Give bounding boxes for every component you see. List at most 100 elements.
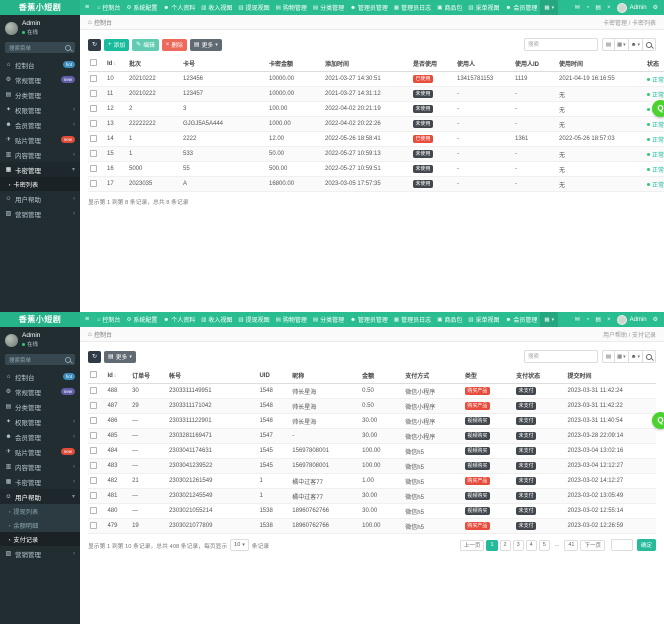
- sidebar-item-4[interactable]: ☻ 会员管理 ‹: [0, 429, 80, 444]
- submenu-item-1[interactable]: ▪ 余额明细: [0, 518, 80, 532]
- floating-service-button[interactable]: Q: [652, 100, 664, 117]
- sidebar-item-8[interactable]: ☺ 用户帮助 ‹: [0, 191, 80, 206]
- row-checkbox[interactable]: [90, 506, 97, 514]
- page-jump-go-button[interactable]: 确定: [636, 539, 656, 551]
- topbar-item-1[interactable]: ⚙ 系统配置: [123, 0, 160, 15]
- more-button[interactable]: ▤ 更多 ▾: [189, 38, 222, 51]
- row-checkbox[interactable]: [90, 401, 97, 409]
- topbar-item-2[interactable]: ☻ 个人资料: [160, 0, 198, 15]
- sidebar-item-1[interactable]: ⚙ 常规管理 new: [0, 72, 80, 87]
- sidebar-item-3[interactable]: ✦ 权限管理 ‹: [0, 102, 80, 117]
- columns-button[interactable]: ▦ ▾: [614, 38, 629, 51]
- topbar-item-8[interactable]: ▦ 管理员日志: [391, 0, 434, 15]
- search-button[interactable]: [643, 350, 656, 363]
- topbar-item-1[interactable]: ⚙ 系统配置: [123, 312, 160, 327]
- sidebar-item-5[interactable]: ✈ 贴片管理 new: [0, 132, 80, 147]
- columns-button[interactable]: ▦ ▾: [614, 350, 629, 363]
- row-checkbox[interactable]: [90, 386, 97, 394]
- page-jump-input[interactable]: [610, 539, 633, 551]
- row-checkbox[interactable]: [90, 461, 97, 469]
- close-tabs-icon[interactable]: ×: [607, 5, 611, 11]
- clipboard-button[interactable]: ▤: [601, 350, 615, 363]
- sidebar-item-3[interactable]: ✦ 权限管理 ‹: [0, 414, 80, 429]
- moon-icon[interactable]: ◔: [586, 317, 590, 323]
- sidebar-item-8[interactable]: ☺ 用户帮助 ▾: [0, 489, 80, 504]
- clipboard-button[interactable]: ▤: [601, 38, 615, 51]
- row-checkbox[interactable]: [90, 104, 97, 112]
- row-checkbox[interactable]: [90, 416, 97, 424]
- moon-icon[interactable]: ◔: [586, 5, 590, 11]
- sidebar-item-1[interactable]: ⚙ 常规管理 new: [0, 384, 80, 399]
- sidebar-item-2[interactable]: ▤ 分类管理: [0, 87, 80, 102]
- row-checkbox[interactable]: [90, 134, 97, 142]
- topbar-item-4[interactable]: ▥ 提现视图: [235, 0, 272, 15]
- sidebar-search-input[interactable]: 搜索菜单: [5, 42, 75, 53]
- topbar-item-11[interactable]: ☻ 会员管理: [503, 0, 541, 15]
- topbar-item-3[interactable]: ▥ 收入视图: [198, 312, 235, 327]
- submenu-item-0[interactable]: ▪ 卡密列表: [0, 177, 80, 191]
- sidebar-toggle-icon[interactable]: ≡: [80, 316, 94, 323]
- export-button[interactable]: ☻ ▾: [628, 350, 643, 363]
- select-all-checkbox[interactable]: [90, 59, 97, 66]
- more-button[interactable]: ▤ 更多 ▾: [104, 350, 136, 363]
- topbar-item-10[interactable]: ▥ 采单视图: [465, 0, 502, 15]
- sidebar-item-7[interactable]: ▦ 卡密管理 ‹: [0, 474, 80, 489]
- row-checkbox[interactable]: [90, 179, 97, 187]
- delete-button[interactable]: × 删除: [161, 38, 187, 51]
- topbar-item-7[interactable]: ☻ 管理员管理: [347, 0, 391, 15]
- topbar-item-10[interactable]: ▥ 采单视图: [465, 312, 502, 327]
- row-checkbox[interactable]: [90, 431, 97, 439]
- search-input[interactable]: [523, 38, 598, 51]
- sidebar-item-5[interactable]: ✈ 贴片管理 new: [0, 444, 80, 459]
- export-button[interactable]: ☻ ▾: [628, 38, 643, 51]
- sidebar-item-4[interactable]: ☻ 会员管理 ‹: [0, 117, 80, 132]
- topbar-item-6[interactable]: ▤ 分类管理: [310, 312, 347, 327]
- col-id[interactable]: Id↕: [105, 56, 127, 72]
- row-checkbox[interactable]: [90, 164, 97, 172]
- topbar-user-menu[interactable]: Admin: [616, 2, 647, 13]
- sidebar-item-6[interactable]: ▥ 内容管理 ‹: [0, 147, 80, 162]
- sidebar-toggle-icon[interactable]: ≡: [80, 4, 94, 11]
- sidebar-item-2[interactable]: ▤ 分类管理: [0, 399, 80, 414]
- search-input[interactable]: [523, 350, 598, 363]
- prev-page-button[interactable]: 上一页: [459, 539, 485, 551]
- tasks-icon[interactable]: ▤: [595, 4, 601, 11]
- edit-button[interactable]: ✎ 编辑: [132, 38, 159, 51]
- topbar-item-5[interactable]: ▤ 购物管理: [273, 312, 310, 327]
- page-button-41[interactable]: 41: [564, 539, 579, 551]
- row-checkbox[interactable]: [90, 89, 97, 97]
- page-button-2[interactable]: 2: [499, 539, 511, 551]
- floating-service-button[interactable]: Q: [652, 412, 664, 429]
- page-button-4[interactable]: 4: [525, 539, 537, 551]
- topbar-item-6[interactable]: ▤ 分类管理: [310, 0, 347, 15]
- topbar-user-menu[interactable]: Admin: [616, 314, 647, 325]
- message-icon[interactable]: ✉: [575, 4, 580, 11]
- per-page-select[interactable]: 10 ▾: [230, 539, 249, 551]
- topbar-item-9[interactable]: ▣ 商品包: [434, 0, 465, 15]
- sidebar-item-0[interactable]: ⌂ 控制台 hot: [0, 369, 80, 384]
- close-tabs-icon[interactable]: ×: [607, 317, 611, 323]
- add-button[interactable]: + 添加: [104, 38, 130, 51]
- row-checkbox[interactable]: [90, 149, 97, 157]
- row-checkbox[interactable]: [90, 74, 97, 82]
- topbar-item-5[interactable]: ▤ 购物管理: [273, 0, 310, 15]
- row-checkbox[interactable]: [90, 521, 97, 529]
- topbar-item-0[interactable]: ⌂ 控制台: [94, 312, 123, 327]
- tabs-dropdown-button[interactable]: ▦ ▾: [540, 312, 559, 327]
- submenu-item-0[interactable]: ▪ 提现列表: [0, 504, 80, 518]
- topbar-item-7[interactable]: ☻ 管理员管理: [347, 312, 391, 327]
- page-button-1[interactable]: 1: [486, 539, 498, 551]
- sidebar-item-9[interactable]: ▨ 营销管理 ‹: [0, 546, 80, 561]
- row-checkbox[interactable]: [90, 491, 97, 499]
- sidebar-item-6[interactable]: ▥ 内容管理 ‹: [0, 459, 80, 474]
- col-id[interactable]: Id↕: [105, 368, 131, 384]
- topbar-item-2[interactable]: ☻ 个人资料: [160, 312, 198, 327]
- sidebar-item-9[interactable]: ▨ 营销管理 ‹: [0, 206, 80, 221]
- refresh-button[interactable]: ↻: [88, 350, 102, 363]
- page-button-3[interactable]: 3: [512, 539, 524, 551]
- page-button-5[interactable]: 5: [538, 539, 550, 551]
- message-icon[interactable]: ✉: [575, 316, 580, 323]
- gear-icon[interactable]: ⚙: [653, 316, 658, 323]
- tasks-icon[interactable]: ▤: [595, 316, 601, 323]
- row-checkbox[interactable]: [90, 119, 97, 127]
